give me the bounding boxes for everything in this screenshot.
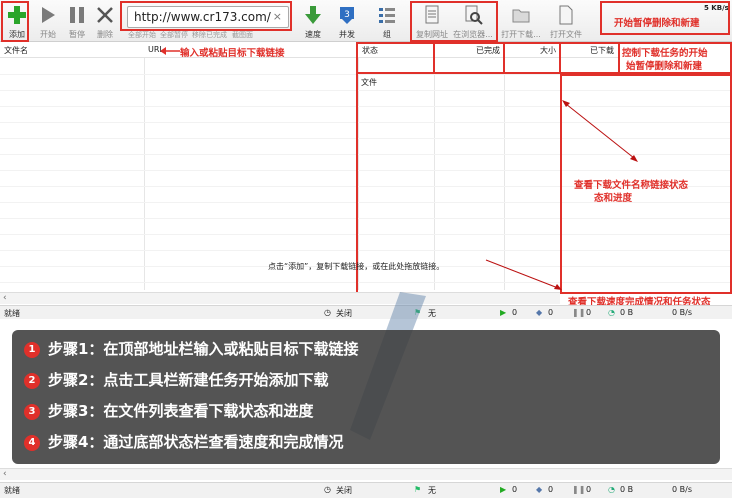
svg-text:3: 3 <box>344 10 350 20</box>
input-url-annotation: 输入或粘贴目标下载链接 <box>180 48 285 59</box>
concurrency-label: 并发 <box>339 30 355 39</box>
pause-small-icon: ❚❚ <box>572 485 586 494</box>
status-bytes: 0 B <box>620 308 634 317</box>
download-arrow-icon <box>305 6 321 24</box>
open-file-label: 打开文件 <box>550 30 582 39</box>
timer-icon: ◷ <box>324 485 331 494</box>
open-download-folder-button[interactable]: 打开下载... <box>500 2 542 40</box>
open-file-button[interactable]: 打开文件 <box>546 2 586 40</box>
status-count-a: 0 <box>512 485 518 494</box>
horizontal-scrollbar[interactable]: ‹ <box>0 292 560 304</box>
pause-icon <box>70 7 84 23</box>
divider <box>144 58 145 290</box>
divider <box>504 58 505 290</box>
divider <box>358 58 359 290</box>
scroll-left-icon[interactable]: ‹ <box>3 469 7 479</box>
flag-icon: ⚑ <box>414 485 422 494</box>
status-count-a: 0 <box>512 308 518 317</box>
step-3: 3 步骤3：在文件列表查看下载状态和进度 <box>24 400 313 422</box>
divider <box>434 58 435 290</box>
scroll-left-icon[interactable]: ‹ <box>3 293 7 303</box>
clock-icon: ◔ <box>608 308 615 317</box>
arrow-diagonal-icon <box>562 100 638 162</box>
control-tasks-annotation-1: 控制下载任务的开始 <box>622 48 708 59</box>
view-files-annotation-2: 态和进度 <box>594 193 633 204</box>
play-icon <box>42 7 55 23</box>
concurrency-icon: 3 <box>340 7 354 24</box>
status-rate-bottom: 0 B/s <box>672 485 692 494</box>
speed-label: 速度 <box>305 30 321 39</box>
group-button[interactable]: 组 <box>372 2 402 40</box>
start-label: 开始 <box>40 30 56 39</box>
status-none: 无 <box>428 486 436 495</box>
steps-overlay: 1 步骤1：在顶部地址栏输入或粘贴目标下载链接 2 步骤2：点击工具栏新建任务开始添… <box>12 330 720 464</box>
delete-label: 删除 <box>97 30 113 39</box>
subtab-start-all[interactable]: 全部开始 <box>128 30 156 40</box>
step-1: 1 步骤1：在顶部地址栏输入或粘贴目标下载链接 <box>24 338 358 360</box>
red-divider <box>433 42 435 74</box>
subtab-screenshot[interactable]: 截图面 <box>232 30 253 40</box>
tag-icon: ◆ <box>536 485 543 494</box>
status-bytes: 0 B <box>620 485 634 494</box>
status-close[interactable]: 关闭 <box>336 485 352 496</box>
add-highlight-box <box>1 1 29 42</box>
pause-button[interactable]: 暂停 <box>62 2 92 40</box>
speed-button[interactable]: 速度 <box>298 2 328 40</box>
list-icon <box>379 8 395 23</box>
red-divider <box>559 42 561 74</box>
status-ready: 就绪 <box>4 309 20 318</box>
status-bar-bottom: 就绪 ◷ 关闭 ⚑ 无 ▶ 0 ◆ 0 ❚❚ 0 ◔ 0 B 0 B/s <box>0 482 732 498</box>
pause-label: 暂停 <box>69 30 85 39</box>
play-small-icon: ▶ <box>500 308 507 317</box>
start-button[interactable]: 开始 <box>33 2 63 40</box>
clock-icon: ◔ <box>608 485 615 494</box>
status-count-c: 0 <box>586 308 592 317</box>
arrow-left-icon <box>160 47 180 55</box>
concurrency-button[interactable]: 3 并发 <box>332 2 362 40</box>
status-ready: 就绪 <box>4 486 20 495</box>
col-filename[interactable]: 文件名 <box>0 42 144 58</box>
red-divider <box>356 74 358 292</box>
columns-highlight-box <box>356 42 620 74</box>
col-file: 文件 <box>361 78 377 87</box>
start-pause-annotation: 开始暂停删除和新建 <box>614 18 700 29</box>
step-2: 2 步骤2：点击工具栏新建任务开始添加下载 <box>24 369 328 391</box>
horizontal-scrollbar-bottom[interactable]: ‹ <box>0 468 732 480</box>
drop-hint: 点击“添加”，复制下载链接，或在此处拖放链接。 <box>268 262 445 271</box>
play-small-icon: ▶ <box>500 485 507 494</box>
copy-highlight-box <box>410 1 498 42</box>
folder-icon <box>512 9 530 23</box>
pause-small-icon: ❚❚ <box>572 308 586 317</box>
tag-icon: ◆ <box>536 308 543 317</box>
status-count-b: 0 <box>548 485 554 494</box>
status-rate-top: 0 B/s <box>672 308 692 317</box>
status-count-c: 0 <box>586 485 592 494</box>
view-files-annotation-1: 查看下载文件名称链接状态 <box>574 180 689 191</box>
url-highlight-box <box>120 1 292 31</box>
control-tasks-annotation-2: 始暂停删除和新建 <box>626 61 703 72</box>
step-4: 4 步骤4：通过底部状态栏查看速度和完成情况 <box>24 431 343 453</box>
arrow-down-icon <box>485 259 562 290</box>
delete-button[interactable]: 删除 <box>90 2 120 40</box>
subtab-pause-all[interactable]: 全部暂停 <box>160 30 188 40</box>
red-divider <box>503 42 505 74</box>
close-icon <box>97 7 113 23</box>
group-label: 组 <box>383 30 391 39</box>
subtab-remove-completed[interactable]: 移除已完成 <box>192 30 227 40</box>
file-icon <box>559 5 573 25</box>
status-count-b: 0 <box>548 308 554 317</box>
open-download-label: 打开下载... <box>501 30 541 39</box>
